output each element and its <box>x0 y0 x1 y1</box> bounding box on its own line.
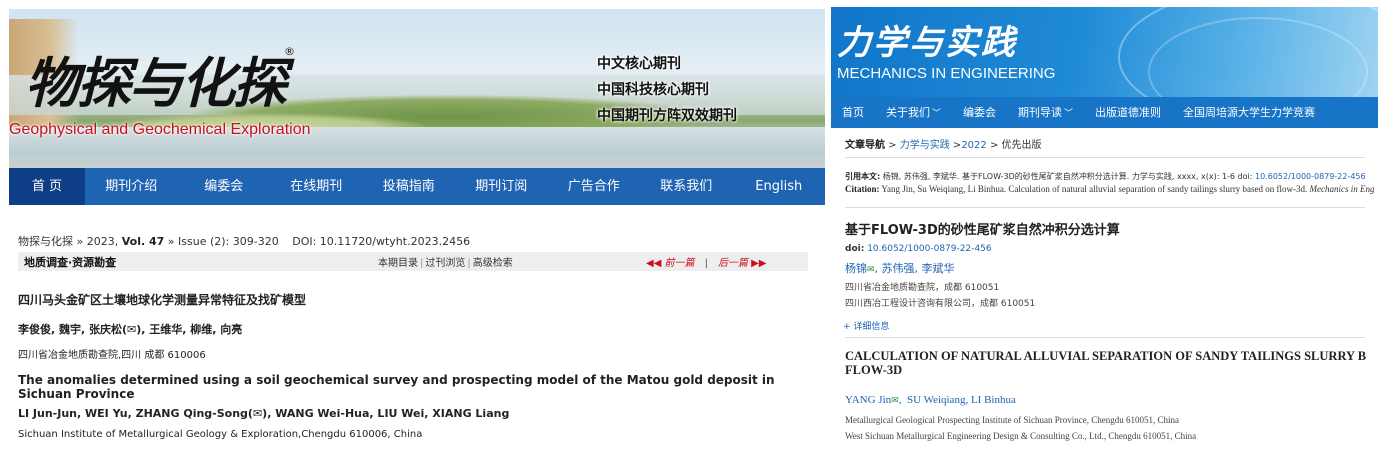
nav-submission-guide[interactable]: 投稿指南 <box>363 168 456 205</box>
info-sep-2: » <box>167 235 179 248</box>
nav-editorial-board[interactable]: 编委会 <box>952 97 1007 128</box>
journal-logo-en: Geophysical and Geochemical Exploration <box>9 121 311 138</box>
author-link[interactable]: 杨锦 <box>845 262 867 275</box>
nav-publication-ethics[interactable]: 出版道德准则 <box>1084 97 1172 128</box>
core-journal-line-1: 中文核心期刊 <box>597 55 681 71</box>
left-main-nav: 首 页 期刊介绍 编委会 在线期刊 投稿指南 期刊订阅 广告合作 联系我们 En… <box>9 168 825 205</box>
citation-cn: 引用本文: 杨锦, 苏伟强, 李斌华. 基于FLOW-3D的砂性尾矿浆自然冲积分… <box>845 172 1366 181</box>
article-doi: doi: 10.6052/1000-0879-22-456 <box>845 244 992 254</box>
section-bar: 地质调查·资源勘查 本期目录 | 过刊浏览 | 高级检索 ◀◀ 前一篇 | 后一篇 ▶▶ <box>18 252 808 271</box>
article-authors-cn: 杨锦✉, 苏伟强, 李斌华 <box>845 262 955 275</box>
author-link[interactable]: YANG Jin <box>845 394 891 406</box>
nav-editorial-board[interactable]: 编委会 <box>178 168 271 205</box>
article-issue-info: 物探与化探 » 2023, Vol. 47 » Issue (2): 309-3… <box>18 233 470 249</box>
section-title: 地质调查·资源勘查 <box>24 256 117 269</box>
article-authors-en: YANG Jin✉, SU Weiqiang, LI Binhua <box>845 394 1016 406</box>
journal-logo-en: MECHANICS IN ENGINEERING <box>837 65 1056 82</box>
email-icon[interactable]: ✉ <box>867 265 875 275</box>
issue-tools: 本期目录 | 过刊浏览 | 高级检索 <box>378 258 513 269</box>
article-title-en: The anomalies determined using a soil ge… <box>18 373 775 401</box>
article-title-cn: 四川马头金矿区土壤地球化学测量异常特征及找矿模型 <box>18 293 307 307</box>
volume: Vol. 47 <box>121 235 165 248</box>
citation-en: Citation: Yang Jin, Su Weiqiang, Li Binh… <box>845 184 1375 194</box>
affiliation-cn-2: 四川西冶工程设计咨询有限公司，成都 610051 <box>845 299 1036 309</box>
nav-english[interactable]: English <box>733 168 826 205</box>
registered-mark: ® <box>284 45 295 58</box>
left-journal-page: 物探与化探 ® Geophysical and Geochemical Expl… <box>9 9 825 445</box>
nav-advertising[interactable]: 广告合作 <box>548 168 641 205</box>
advanced-search-link[interactable]: 高级检索 <box>473 258 513 269</box>
doi-link[interactable]: 10.6052/1000-0879-22-456 <box>867 244 991 254</box>
nav-subscription[interactable]: 期刊订阅 <box>455 168 548 205</box>
chevron-down-icon: ﹀ <box>932 109 942 119</box>
chevron-down-icon: ﹀ <box>1064 109 1074 119</box>
core-journal-line-3: 中国期刊方阵双效期刊 <box>597 107 737 123</box>
current-issue-link[interactable]: 本期目录 <box>378 258 418 269</box>
breadcrumb-journal-link[interactable]: 力学与实践 <box>900 140 950 151</box>
nav-home[interactable]: 首页 <box>831 97 875 128</box>
past-issues-link[interactable]: 过刊浏览 <box>425 258 465 269</box>
article-title-en: CALCULATION OF NATURAL ALLUVIAL SEPARATI… <box>845 349 1367 377</box>
divider-2 <box>845 207 1365 208</box>
article-pager: ◀◀ 前一篇 | 后一篇 ▶▶ <box>646 258 767 269</box>
nav-about-us[interactable]: 关于我们 ﹀ <box>875 97 952 128</box>
article-title-cn: 基于FLOW-3D的砂性尾矿浆自然冲积分选计算 <box>845 223 1120 238</box>
author-links[interactable]: SU Weiqiang, LI Binhua <box>907 394 1016 406</box>
nav-competition[interactable]: 全国周培源大学生力学竞赛 <box>1172 97 1326 128</box>
right-journal-page: 力学与实践 MECHANICS IN ENGINEERING 首页 关于我们 ﹀ … <box>831 7 1378 447</box>
citation-doi-link[interactable]: 10.6052/1000-0879-22-456 <box>1255 172 1366 181</box>
year: 2023, <box>86 235 119 248</box>
article-affiliation-en: Sichuan Institute of Metallurgical Geolo… <box>18 429 423 440</box>
nav-journal-intro[interactable]: 期刊介绍 <box>85 168 178 205</box>
right-main-nav: 首页 关于我们 ﹀ 编委会 期刊导读 ﹀ 出版道德准则 全国周培源大学生力学竞赛 <box>831 97 1378 128</box>
breadcrumb: 文章导航 > 力学与实践 >2022 > 优先出版 <box>845 140 1042 151</box>
breadcrumb-year-link[interactable]: 2022 <box>961 140 986 151</box>
issue-link[interactable]: Issue (2): 309-320 <box>178 235 279 248</box>
info-sep: » <box>76 235 87 248</box>
affiliation-cn-1: 四川省冶金地质勘查院，成都 610051 <box>845 283 1000 293</box>
nav-home[interactable]: 首 页 <box>9 168 85 205</box>
email-icon[interactable]: ✉ <box>891 395 899 405</box>
nav-journal-guide[interactable]: 期刊导读 ﹀ <box>1007 97 1084 128</box>
article-authors-cn: 李俊俊, 魏宇, 张庆松(✉), 王维华, 柳维, 向亮 <box>18 323 243 336</box>
nav-contact[interactable]: 联系我们 <box>640 168 733 205</box>
affiliation-en-1: Metallurgical Geological Prospecting Ins… <box>845 415 1180 425</box>
journal-logo-cn: 力学与实践 <box>837 23 1017 63</box>
affiliation-en-2: West Sichuan Metallurgical Engineering D… <box>845 431 1197 441</box>
author-links[interactable]: 苏伟强, 李斌华 <box>882 262 955 275</box>
divider <box>845 157 1365 158</box>
article-affiliation-cn: 四川省冶金地质勘查院,四川 成都 610006 <box>18 350 206 361</box>
divider-3 <box>845 337 1365 338</box>
core-journal-line-2: 中国科技核心期刊 <box>597 81 709 97</box>
doi[interactable]: DOI: 10.11720/wtyht.2023.2456 <box>292 235 470 248</box>
details-toggle[interactable]: + 详细信息 <box>843 319 889 332</box>
prev-article-link[interactable]: ◀◀ 前一篇 <box>646 258 695 269</box>
journal-name-link[interactable]: 物探与化探 <box>18 235 73 248</box>
left-header-banner: 物探与化探 ® Geophysical and Geochemical Expl… <box>9 9 825 168</box>
article-authors-en: LI Jun-Jun, WEI Yu, ZHANG Qing-Song(✉), … <box>18 407 510 420</box>
nav-online-journal[interactable]: 在线期刊 <box>270 168 363 205</box>
citation-block: 引用本文: 杨锦, 苏伟强, 李斌华. 基于FLOW-3D的砂性尾矿浆自然冲积分… <box>845 171 1375 195</box>
journal-logo-cn: 物探与化探 <box>25 51 287 115</box>
breadcrumb-current: 优先出版 <box>1001 140 1042 151</box>
next-article-link[interactable]: 后一篇 ▶▶ <box>718 258 767 269</box>
right-header-banner: 力学与实践 MECHANICS IN ENGINEERING <box>831 7 1378 97</box>
